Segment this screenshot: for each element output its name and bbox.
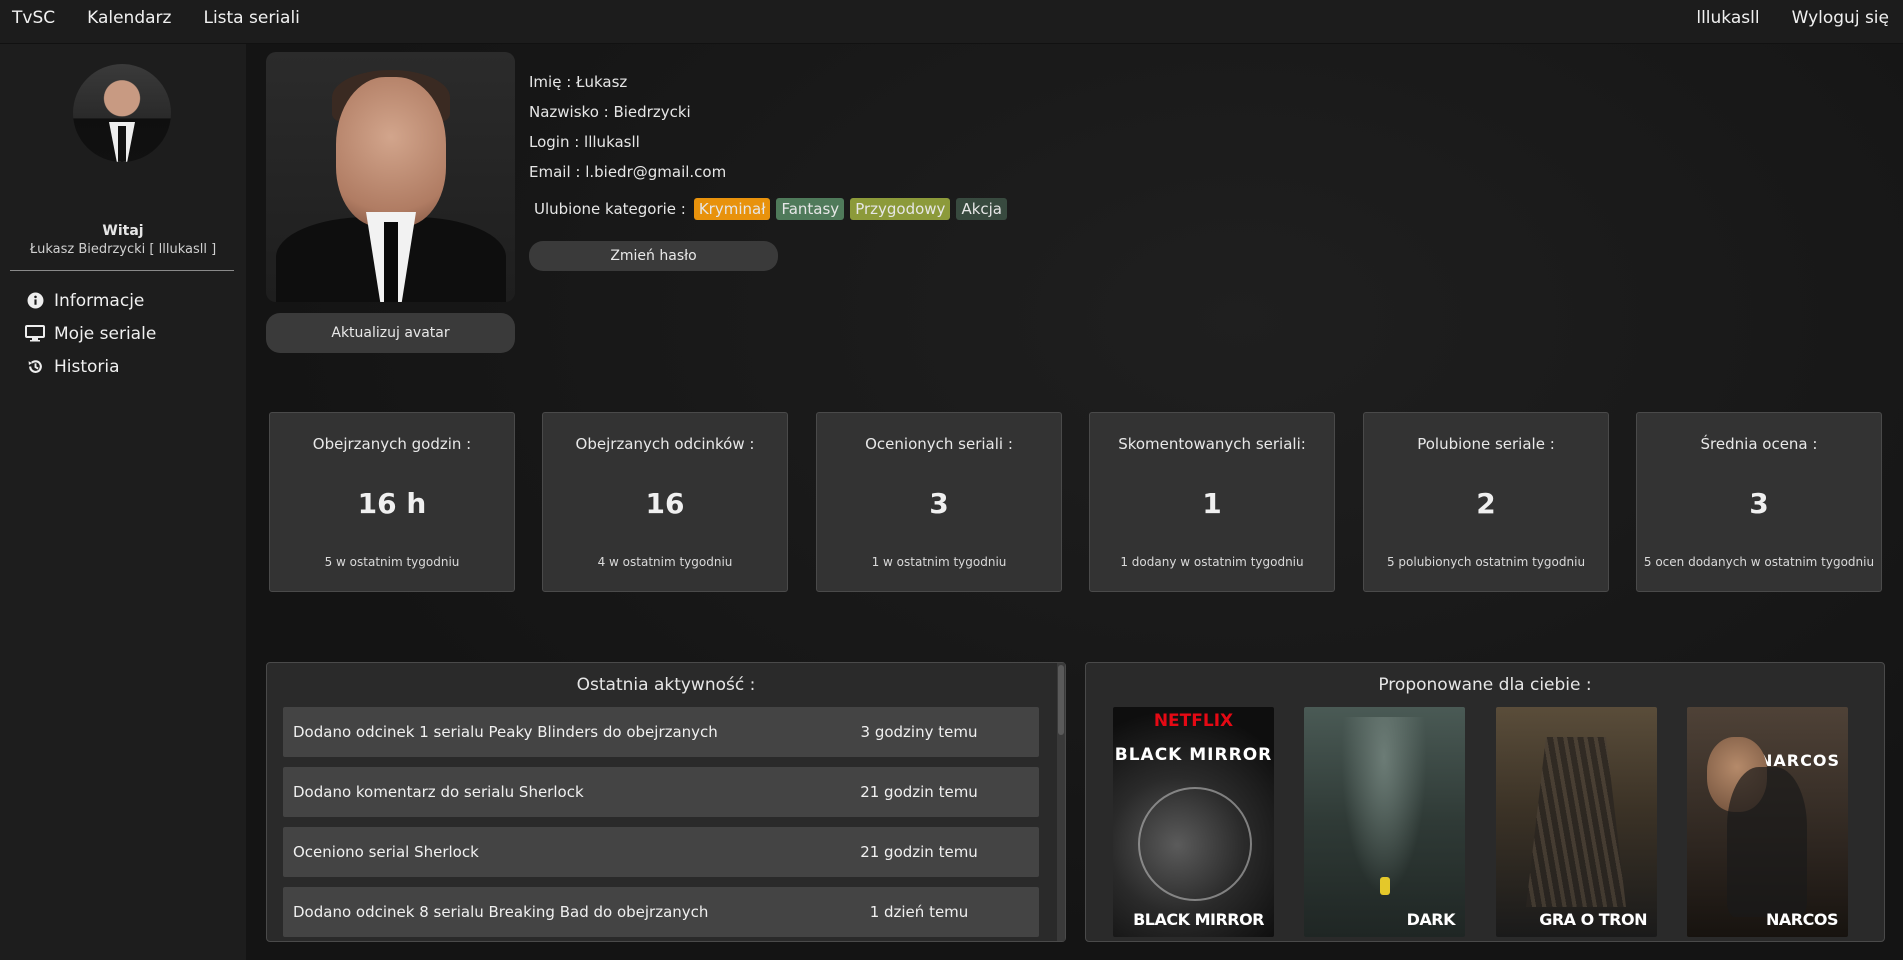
stat-subtext: 5 ocen dodanych w ostatnim tygodniu <box>1643 555 1875 569</box>
sidebar-divider <box>10 270 234 271</box>
activity-row: Dodano odcinek 1 serialu Peaky Blinders … <box>283 707 1039 757</box>
photo-face <box>336 77 446 227</box>
favorite-categories: Ulubione kategorie : Kryminał Fantasy Pr… <box>534 198 1013 220</box>
stat-title: Skomentowanych seriali: <box>1118 435 1306 453</box>
stat-card-rated: Ocenionych seriali : 3 1 w ostatnim tygo… <box>816 412 1062 592</box>
stat-card-liked: Polubione seriale : 2 5 polubionych osta… <box>1363 412 1609 592</box>
poster-black-mirror[interactable]: NETFLIX BLACK MIRROR BLACK MIRROR <box>1113 707 1274 937</box>
stat-value: 2 <box>1476 487 1496 520</box>
category-tag: Przygodowy <box>850 198 951 220</box>
stat-title: Polubione seriale : <box>1417 435 1555 453</box>
nav-brand-link[interactable]: TvSC <box>12 8 55 28</box>
recent-activity-panel: Ostatnia aktywność : Dodano odcinek 1 se… <box>266 662 1066 942</box>
stat-title: Obejrzanych godzin : <box>312 435 472 453</box>
activity-time: 21 godzin temu <box>860 843 978 861</box>
category-tag: Akcja <box>956 198 1007 220</box>
sidebar: Witaj Łukasz Biedrzycki [ lllukasll ] In… <box>0 44 246 960</box>
sidebar-item-label: Moje seriale <box>54 323 157 344</box>
profile-info: Imię : Łukasz Nazwisko : Biedrzycki Logi… <box>529 72 726 192</box>
monitor-icon <box>24 325 46 342</box>
stat-value: 3 <box>929 487 949 520</box>
top-navbar: TvSC Kalendarz Lista seriali lllukasll W… <box>0 0 1903 44</box>
stat-subtext: 5 polubionych ostatnim tygodniu <box>1386 555 1586 569</box>
sidebar-avatar <box>73 64 171 162</box>
photo-tie <box>384 222 398 302</box>
stat-title: Średnia ocena : <box>1700 435 1818 453</box>
top-nav-left: TvSC Kalendarz Lista seriali <box>12 0 332 36</box>
suggestions-panel: Proponowane dla ciebie : NETFLIX BLACK M… <box>1085 662 1885 942</box>
activity-row: Dodano odcinek 8 serialu Breaking Bad do… <box>283 887 1039 937</box>
change-password-button[interactable]: Zmień hasło <box>529 241 778 271</box>
stat-card-commented: Skomentowanych seriali: 1 1 dodany w ost… <box>1089 412 1335 592</box>
sidebar-item-historia[interactable]: Historia <box>24 350 156 383</box>
poster-title: GRA O TRON <box>1539 910 1647 929</box>
netflix-logo-text: NETFLIX <box>1153 711 1234 731</box>
poster-art-title: BLACK MIRROR <box>1114 745 1273 765</box>
update-avatar-button[interactable]: Aktualizuj avatar <box>266 313 515 353</box>
stat-card-episodes: Obejrzanych odcinków : 16 4 w ostatnim t… <box>542 412 788 592</box>
nav-series-list-link[interactable]: Lista seriali <box>203 8 299 28</box>
scrollbar-thumb[interactable] <box>1058 665 1064 735</box>
figure-art <box>1727 767 1807 917</box>
stat-value: 1 <box>1202 487 1222 520</box>
nav-calendar-link[interactable]: Kalendarz <box>87 8 171 28</box>
cracked-screen-art <box>1138 787 1252 901</box>
activity-text: Dodano odcinek 8 serialu Breaking Bad do… <box>293 903 709 921</box>
stat-subtext: 1 w ostatnim tygodniu <box>871 555 1007 569</box>
poster-title: BLACK MIRROR <box>1133 910 1264 929</box>
poster-title: DARK <box>1406 910 1456 929</box>
profile-first-name: Imię : Łukasz <box>529 73 628 91</box>
figure-art <box>1380 877 1390 895</box>
poster-title: NARCOS <box>1766 910 1838 929</box>
activity-text: Dodano komentarz do serialu Sherlock <box>293 783 584 801</box>
favorite-categories-label: Ulubione kategorie : <box>534 200 686 218</box>
history-icon <box>24 358 46 375</box>
sidebar-item-label: Historia <box>54 356 120 377</box>
info-circle-icon <box>24 292 46 309</box>
activity-time: 1 dzień temu <box>869 903 969 921</box>
sidebar-user-name: Łukasz Biedrzycki [ lllukasll ] <box>29 242 217 257</box>
activity-row: Dodano komentarz do serialu Sherlock 21 … <box>283 767 1039 817</box>
recent-activity-title: Ostatnia aktywność : <box>576 675 756 695</box>
avatar-tie <box>118 126 126 162</box>
poster-dark[interactable]: DARK <box>1304 707 1465 937</box>
profile-email: Email : l.biedr@gmail.com <box>529 163 727 181</box>
stat-subtext: 5 w ostatnim tygodniu <box>324 555 460 569</box>
nav-username-link[interactable]: lllukasll <box>1696 8 1759 28</box>
profile-last-name: Nazwisko : Biedrzycki <box>529 103 691 121</box>
sidebar-menu: Informacje Moje seriale Historia <box>24 284 156 383</box>
stat-value: 16 <box>645 487 685 520</box>
stat-title: Obejrzanych odcinków : <box>575 435 755 453</box>
poster-gra-o-tron[interactable]: GRA O TRON <box>1496 707 1657 937</box>
stat-card-average-rating: Średnia ocena : 3 5 ocen dodanych w osta… <box>1636 412 1882 592</box>
activity-row: Oceniono serial Sherlock 21 godzin temu <box>283 827 1039 877</box>
profile-login: Login : lllukasll <box>529 133 640 151</box>
stat-title: Ocenionych seriali : <box>865 435 1013 453</box>
profile-avatar-image <box>266 52 515 302</box>
stat-card-hours: Obejrzanych godzin : 16 h 5 w ostatnim t… <box>269 412 515 592</box>
activity-time: 3 godziny temu <box>860 723 978 741</box>
activity-time: 21 godzin temu <box>860 783 978 801</box>
category-tag: Kryminał <box>693 198 771 220</box>
sidebar-item-moje-seriale[interactable]: Moje seriale <box>24 317 156 350</box>
poster-narcos[interactable]: NARCOS NARCOS <box>1687 707 1848 937</box>
suggestions-title: Proponowane dla ciebie : <box>1378 675 1592 695</box>
sidebar-item-informacje[interactable]: Informacje <box>24 284 156 317</box>
activity-scrollbar[interactable] <box>1057 663 1065 941</box>
stat-subtext: 4 w ostatnim tygodniu <box>597 555 733 569</box>
stat-value: 3 <box>1749 487 1769 520</box>
nav-logout-link[interactable]: Wyloguj się <box>1792 8 1889 28</box>
category-tag: Fantasy <box>776 198 845 220</box>
activity-text: Dodano odcinek 1 serialu Peaky Blinders … <box>293 723 718 741</box>
top-nav-right: lllukasll Wyloguj się <box>1664 0 1889 36</box>
stat-subtext: 1 dodany w ostatnim tygodniu <box>1120 555 1304 569</box>
sidebar-welcome: Witaj <box>102 223 144 239</box>
sidebar-item-label: Informacje <box>54 290 145 311</box>
throne-art <box>1526 737 1626 907</box>
activity-text: Oceniono serial Sherlock <box>293 843 479 861</box>
stat-value: 16 h <box>357 487 427 520</box>
